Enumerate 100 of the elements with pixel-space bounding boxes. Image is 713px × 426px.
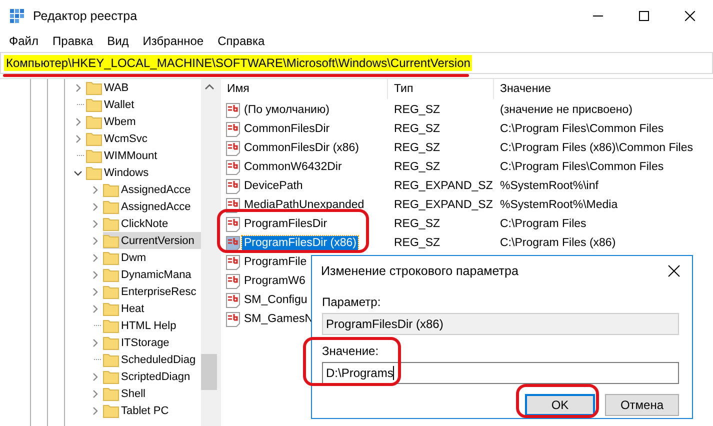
tree-item[interactable]: Heat: [103, 300, 201, 317]
folder-icon: [86, 114, 102, 128]
value-name[interactable]: MediaPathUnexpanded: [242, 198, 366, 212]
tree-item[interactable]: HTML Help: [103, 317, 201, 334]
chevron-right-icon[interactable]: [91, 288, 99, 296]
folder-icon: [103, 182, 119, 196]
chevron-right-icon[interactable]: [91, 372, 99, 380]
ok-button[interactable]: OK: [525, 394, 595, 416]
scrollbar[interactable]: [201, 79, 217, 426]
chevron-right-icon[interactable]: [74, 118, 82, 126]
string-value-icon: [225, 216, 241, 232]
chevron-right-icon[interactable]: [91, 186, 99, 194]
menu-item[interactable]: Файл: [2, 34, 46, 48]
scrollbar-thumb[interactable]: [201, 354, 217, 390]
value-name[interactable]: ProgramW6: [242, 274, 308, 288]
tree-item[interactable]: Windows: [86, 164, 201, 181]
chevron-right-icon[interactable]: [91, 338, 99, 346]
chevron-right-icon[interactable]: [91, 236, 99, 244]
tree-item[interactable]: WAB: [86, 79, 201, 96]
folder-icon: [103, 318, 119, 332]
chevron-right-icon[interactable]: [91, 406, 99, 414]
tree-item[interactable]: Shell: [103, 385, 201, 402]
table-cell-text: %SystemRoot%\Media: [499, 198, 618, 210]
chevron-down-icon[interactable]: [74, 168, 82, 176]
folder-icon: [86, 132, 102, 146]
maximize-icon: [639, 10, 649, 20]
scroll-up-icon[interactable]: [204, 84, 214, 90]
tree-item[interactable]: Dwm: [103, 249, 201, 266]
value-name[interactable]: SM_GamesN: [242, 312, 316, 326]
tree-item[interactable]: WcmSvc: [86, 130, 201, 147]
tree-item[interactable]: AssignedAcce: [103, 181, 201, 198]
folder-icon: [103, 284, 119, 298]
table-cell-text: C:\Program Files (x86): [499, 236, 616, 248]
folder-icon: [103, 302, 119, 316]
chevron-right-icon[interactable]: [91, 390, 99, 398]
tree-item[interactable]: ScheduledDiag: [103, 351, 201, 368]
value-name[interactable]: ProgramFile: [242, 254, 309, 268]
tree-item[interactable]: Wbem: [86, 113, 201, 130]
tree-item[interactable]: WIMMount: [86, 147, 201, 164]
table-cell-text: C:\Program Files\Common Files: [499, 160, 664, 172]
menu-item[interactable]: Правка: [46, 34, 100, 48]
value-name[interactable]: (По умолчанию): [242, 102, 332, 116]
value-name[interactable]: CommonW6432Dir: [242, 160, 344, 174]
folder-icon: [86, 98, 102, 112]
tree-item[interactable]: ScriptedDiagn: [103, 368, 201, 385]
folder-icon: [86, 166, 102, 180]
menu-item[interactable]: Избранное: [136, 34, 211, 48]
folder-icon: [103, 234, 119, 248]
tree-item[interactable]: Tablet PC: [103, 402, 201, 419]
chevron-right-icon[interactable]: [74, 134, 82, 142]
chevron-right-icon[interactable]: [91, 304, 99, 312]
tree-item[interactable]: AssignedAcce: [103, 198, 201, 215]
close-icon[interactable]: [668, 264, 680, 276]
chevron-right-icon[interactable]: [91, 202, 99, 210]
column-header[interactable]: Значение: [494, 79, 713, 99]
cancel-button[interactable]: Отмена: [605, 394, 679, 416]
string-value-icon: [225, 102, 241, 118]
tree-item[interactable]: Wallet: [86, 96, 201, 113]
chevron-right-icon[interactable]: [91, 220, 99, 228]
input-field[interactable]: ProgramFilesDir (x86): [322, 313, 679, 335]
string-value-icon: [225, 310, 241, 326]
table-cell-text: C:\Program Files (x86)\Common Files: [499, 142, 693, 154]
tree-item[interactable]: EnterpriseResc: [103, 283, 201, 300]
chevron-right-icon[interactable]: [91, 254, 99, 262]
value-name[interactable]: ProgramFilesDir (x86): [242, 236, 358, 250]
registry-editor-icon: [9, 8, 25, 24]
string-value-icon: [225, 178, 241, 194]
value-name[interactable]: CommonFilesDir (x86): [242, 140, 362, 154]
menu-item[interactable]: Вид: [100, 34, 136, 48]
table-cell-text: REG_SZ: [393, 142, 442, 154]
tree-item[interactable]: ClickNote: [103, 215, 201, 232]
table-cell-text: REG_EXPAND_SZ: [393, 198, 494, 210]
column-header[interactable]: Имя: [221, 79, 388, 99]
dialog-title: Изменение строкового параметра: [321, 264, 518, 278]
value-name[interactable]: DevicePath: [242, 178, 305, 192]
field-label: Значение:: [322, 344, 380, 358]
table-cell-text: REG_SZ: [393, 160, 442, 172]
tree-item[interactable]: ITStorage: [103, 334, 201, 351]
field-label: Параметр:: [322, 295, 382, 309]
input-field[interactable]: D:\Programs: [322, 362, 679, 384]
value-name[interactable]: SM_Configu: [242, 292, 310, 306]
string-value-icon: [225, 158, 241, 174]
folder-icon: [103, 404, 119, 418]
table-cell-text: REG_SZ: [393, 218, 442, 230]
tree-item[interactable]: DynamicMana: [103, 266, 201, 283]
value-name[interactable]: CommonFilesDir: [242, 122, 332, 136]
table-cell-text: %SystemRoot%\inf: [499, 180, 598, 192]
column-header[interactable]: Тип: [388, 79, 494, 99]
tree-item[interactable]: CurrentVersion: [103, 232, 201, 249]
chevron-right-icon[interactable]: [91, 270, 99, 278]
table-cell-text: (значение не присвоено): [499, 104, 632, 116]
table-cell-text: REG_EXPAND_SZ: [393, 180, 494, 192]
value-name[interactable]: ProgramFilesDir: [242, 216, 330, 230]
table-cell-text: C:\Program Files\Common Files: [499, 122, 664, 134]
folder-icon: [103, 336, 119, 350]
chevron-right-icon[interactable]: [74, 84, 82, 92]
menu-item[interactable]: Справка: [210, 34, 272, 48]
address-bar[interactable]: Компьютер\HKEY_LOCAL_MACHINE\SOFTWARE\Microsoft\Windows\CurrentVersion: [0, 52, 713, 74]
address-path: Компьютер\HKEY_LOCAL_MACHINE\SOFTWARE\Microsoft\Windows\CurrentVersion: [4, 55, 472, 71]
table-cell-text: REG_SZ: [393, 236, 442, 248]
